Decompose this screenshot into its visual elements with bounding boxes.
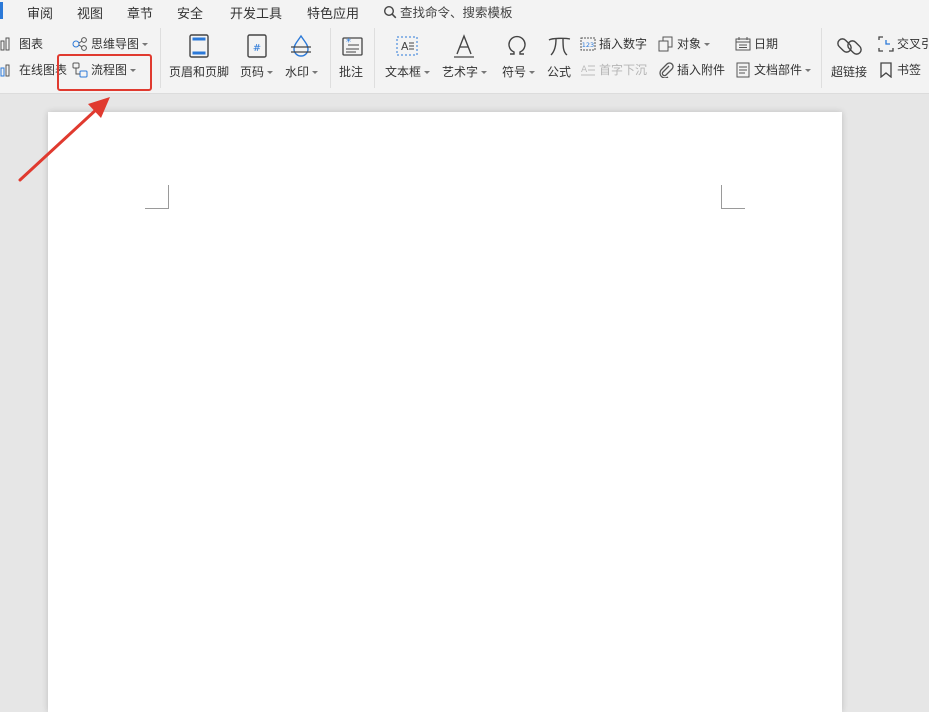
- object-button[interactable]: 对象: [658, 35, 711, 52]
- date-label: 日期: [754, 37, 779, 51]
- hyperlink-label[interactable]: 超链接: [831, 63, 867, 80]
- search-icon: [383, 5, 397, 19]
- text-box-icon[interactable]: A: [393, 32, 421, 60]
- symbol-button[interactable]: 符号: [502, 63, 536, 80]
- menu-special-apps[interactable]: 特色应用: [307, 3, 359, 22]
- doc-parts-icon: [735, 62, 751, 78]
- bookmark-button[interactable]: 书签: [878, 61, 921, 78]
- page-number-icon[interactable]: #: [243, 32, 271, 60]
- chart-button[interactable]: 图表: [0, 35, 43, 52]
- mind-map-label: 思维导图: [91, 37, 140, 51]
- mind-map-button[interactable]: 思维导图: [72, 35, 149, 52]
- object-dropdown-icon[interactable]: [704, 42, 711, 46]
- watermark-icon[interactable]: [287, 32, 315, 60]
- object-icon: [658, 36, 674, 52]
- insert-number-icon-glyph: 123: [582, 41, 594, 49]
- svg-text:*: *: [346, 37, 351, 48]
- insert-number-label: 插入数字: [599, 37, 648, 51]
- menu-security[interactable]: 安全: [177, 3, 203, 22]
- watermark-label: 水印: [285, 65, 310, 79]
- online-chart-icon: [0, 62, 16, 78]
- doc-parts-dropdown-icon[interactable]: [805, 68, 812, 72]
- bookmark-icon: [878, 61, 894, 78]
- mind-map-icon: [72, 36, 88, 52]
- watermark-dropdown-icon[interactable]: [312, 70, 319, 74]
- word-art-icon[interactable]: [450, 32, 478, 60]
- drop-cap-label: 首字下沉: [599, 63, 648, 77]
- svg-text:A: A: [401, 40, 409, 53]
- symbol-label: 符号: [502, 65, 527, 79]
- paperclip-icon: [658, 61, 674, 78]
- header-footer-label[interactable]: 页眉和页脚: [169, 63, 229, 80]
- watermark-button[interactable]: 水印: [285, 63, 319, 80]
- comment-icon[interactable]: *: [338, 32, 366, 60]
- menu-chapter[interactable]: 章节: [127, 3, 153, 22]
- menu-view[interactable]: 视图: [77, 3, 103, 22]
- header-footer-icon[interactable]: [185, 32, 213, 60]
- drop-cap-icon: A: [580, 62, 596, 78]
- menu-developer-tools[interactable]: 开发工具: [230, 3, 282, 22]
- omega-icon[interactable]: [503, 32, 531, 60]
- insert-number-icon: 123: [580, 36, 596, 52]
- date-button[interactable]: 日期: [735, 35, 778, 52]
- object-label: 对象: [677, 37, 702, 51]
- text-box-button[interactable]: 文本框: [385, 63, 431, 80]
- text-box-label: 文本框: [385, 65, 422, 79]
- word-art-dropdown-icon[interactable]: [481, 70, 488, 74]
- menu-active-indicator: [0, 2, 3, 19]
- doc-parts-button[interactable]: 文档部件: [735, 61, 812, 78]
- ribbon-separator: [160, 28, 161, 88]
- attachment-button[interactable]: 插入附件: [658, 61, 725, 78]
- drop-cap-button[interactable]: A 首字下沉: [580, 61, 647, 78]
- page-number-icon-glyph: #: [253, 43, 261, 54]
- symbol-dropdown-icon[interactable]: [529, 70, 536, 74]
- word-art-label: 艺术字: [442, 65, 479, 79]
- cross-reference-icon: [878, 35, 894, 52]
- mind-map-dropdown-icon[interactable]: [142, 42, 149, 46]
- doc-parts-label: 文档部件: [754, 63, 803, 77]
- calendar-icon: [735, 36, 751, 52]
- command-search[interactable]: 查找命令、搜索模板: [383, 2, 513, 21]
- margin-corner-top-left: [145, 185, 169, 209]
- ribbon-separator: [374, 28, 375, 88]
- page-number-button[interactable]: 页码: [240, 63, 274, 80]
- link-icon[interactable]: [836, 32, 864, 60]
- cross-reference-label: 交叉引: [897, 37, 929, 51]
- word-art-button[interactable]: 艺术字: [442, 63, 488, 80]
- menu-bar: 审阅 视图 章节 安全 开发工具 特色应用 查找命令、搜索模板: [0, 0, 929, 22]
- cross-reference-button[interactable]: 交叉引: [878, 35, 929, 52]
- chart-label: 图表: [19, 37, 44, 51]
- search-placeholder: 查找命令、搜索模板: [400, 5, 513, 20]
- flowchart-highlight-box: [57, 54, 152, 91]
- chart-icon: [0, 36, 16, 52]
- attachment-label: 插入附件: [677, 63, 726, 77]
- insert-number-button[interactable]: 123 插入数字: [580, 35, 647, 52]
- svg-text:A: A: [581, 65, 588, 75]
- margin-corner-top-right: [721, 185, 745, 209]
- bookmark-label: 书签: [897, 63, 922, 77]
- page-number-dropdown-icon[interactable]: [267, 70, 274, 74]
- document-page[interactable]: [48, 112, 842, 712]
- pi-icon[interactable]: [545, 32, 573, 60]
- page-number-label: 页码: [240, 65, 265, 79]
- comment-label[interactable]: 批注: [339, 63, 363, 80]
- formula-label[interactable]: 公式: [547, 63, 571, 80]
- menu-review[interactable]: 审阅: [27, 3, 53, 22]
- ribbon-separator: [821, 28, 822, 88]
- text-box-dropdown-icon[interactable]: [424, 70, 431, 74]
- ribbon-separator: [330, 28, 331, 88]
